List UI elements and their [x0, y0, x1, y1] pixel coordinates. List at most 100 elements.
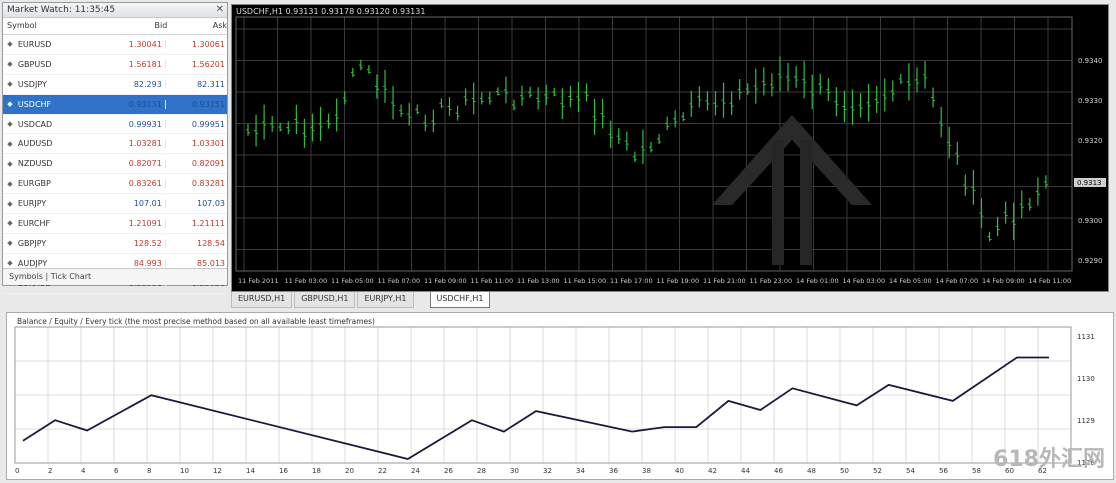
trade-axis-label: 14	[246, 467, 255, 475]
bid-cell: 82.293	[93, 79, 166, 89]
trade-axis-label: 8	[147, 467, 151, 475]
market-watch-row[interactable]: ◆ EURCHF 1.21091 1.21111	[3, 214, 227, 234]
diamond-icon: ◆	[7, 80, 13, 89]
diamond-icon: ◆	[7, 139, 13, 148]
ask-cell: 85.013	[197, 258, 225, 268]
market-watch-row[interactable]: ◆ USDJPY 82.293 82.311	[3, 75, 227, 95]
symbol-cell: GBPJPY	[17, 238, 47, 248]
balance-line	[22, 356, 1049, 460]
time-axis-label: 11 Feb 09:00	[424, 277, 467, 285]
price-axis-label: 0.9320	[1078, 137, 1103, 145]
trade-axis-label: 46	[774, 467, 783, 475]
market-watch-row[interactable]: ◆ EURJPY 107.01 107.03	[3, 194, 227, 215]
diamond-icon: ◆	[7, 159, 13, 168]
bid-cell: 1.30041	[93, 39, 166, 49]
ask-cell: 107.03	[197, 199, 225, 209]
balance-graph-panel: 1131 1130 1129 1128 0 2 4 6 8 10 12 14 16 18 20 22 24 26 2…	[6, 312, 1114, 480]
chart-plot-border	[235, 16, 1073, 272]
trade-axis-label: 36	[609, 467, 618, 475]
market-watch-footer-tabs[interactable]: Symbols | Tick Chart	[3, 268, 227, 285]
trade-axis-label: 58	[972, 467, 981, 475]
market-watch-title: Market Watch: 11:35:45	[3, 3, 227, 18]
symbol-cell: EURGBP	[17, 179, 51, 189]
chart-tab[interactable]: USDCHF,H1	[429, 292, 491, 308]
close-icon[interactable]: ✕	[216, 4, 224, 15]
market-watch-row[interactable]: ◆ GBPUSD 1.56181 1.56201	[3, 55, 227, 75]
price-axis-label: 0.9300	[1078, 217, 1103, 225]
price-axis-label: 0.9290	[1078, 257, 1103, 265]
chart-tab[interactable]: EURUSD,H1	[231, 292, 293, 308]
balance-graph-canvas: 11311130112911280 2 4 6 8 10 12 14 16 18 20 22 24 26 2…	[14, 326, 1095, 475]
bid-cell: 1.03281	[93, 139, 166, 149]
trade-axis-label: 44	[741, 467, 750, 475]
time-axis-label: 11 Feb 07:00	[378, 277, 421, 285]
balance-axis-label: 1131	[1077, 333, 1095, 341]
trade-axis-label: 6	[114, 467, 119, 475]
trade-axis-label: 28	[477, 467, 486, 475]
logo-watermark-icon	[712, 115, 872, 205]
price-chart-canvas[interactable]: 0.93400.93300.93200.93100.93000.92900.93…	[232, 5, 1108, 291]
diamond-icon: ◆	[7, 199, 13, 208]
bid-cell: 84.993	[93, 258, 166, 268]
ask-cell: 1.21111	[191, 218, 225, 228]
ask-cell: 0.83281	[191, 179, 225, 189]
trade-axis-label: 54	[906, 467, 915, 475]
trade-axis-label: 42	[708, 467, 717, 475]
ask-cell: 0.93151	[191, 99, 225, 109]
price-axis-label: 0.9330	[1078, 97, 1103, 105]
market-watch-row[interactable]: ◆ USDCAD 0.99931 0.99951	[3, 115, 227, 135]
time-axis-label: 14 Feb 07:00	[936, 277, 979, 285]
trade-axis-label: 18	[312, 467, 321, 475]
ask-cell: 1.03301	[191, 139, 225, 149]
diamond-icon: ◆	[7, 60, 13, 69]
column-header-symbol[interactable]: Symbol	[3, 18, 96, 34]
bid-cell: 1.56181	[93, 59, 166, 69]
symbol-cell: USDCHF	[17, 99, 52, 109]
time-axis-label: 14 Feb 03:00	[843, 277, 886, 285]
trade-axis-label: 48	[807, 467, 816, 475]
bid-cell: 0.83261	[93, 179, 166, 189]
trade-axis-label: 52	[873, 467, 882, 475]
trade-axis-label: 32	[543, 467, 552, 475]
trade-axis-label: 26	[444, 467, 453, 475]
market-watch-row[interactable]: ◆ EURGBP 0.83261 0.83281	[3, 174, 227, 195]
ask-cell: 1.56201	[191, 59, 225, 69]
market-watch-row[interactable]: ◆ AUDUSD 1.03281 1.03301	[3, 134, 227, 155]
market-watch-rows: ◆ EURUSD 1.30041 1.30061 ◆ GBPUSD 1.56181 1.562…	[3, 35, 227, 294]
trade-axis-label: 56	[939, 467, 948, 475]
chart-tab[interactable]: GBPUSD,H1	[294, 292, 356, 308]
trade-axis-label: 40	[675, 467, 684, 475]
market-watch-row[interactable]: ◆ USDCHF 0.93131 0.93151	[3, 94, 227, 115]
trade-axis-label: 12	[213, 467, 222, 475]
diamond-icon: ◆	[7, 40, 13, 49]
trade-axis-label: 0	[15, 467, 19, 475]
ask-cell: 0.82091	[191, 159, 225, 169]
time-axis-label: 11 Feb 11:00	[471, 277, 514, 285]
trade-axis-label: 22	[378, 467, 387, 475]
time-axis-label: 14 Feb 05:00	[889, 277, 932, 285]
trade-axis-label: 20	[345, 467, 354, 475]
symbol-cell: EURUSD	[17, 39, 52, 49]
time-axis-label: 14 Feb 11:00	[1029, 277, 1072, 285]
time-axis-label: 11 Feb 21:00	[703, 277, 746, 285]
symbol-cell: AUDJPY	[17, 258, 48, 268]
bid-cell: 0.82071	[93, 159, 166, 169]
logo-watermark-icon	[772, 140, 784, 265]
market-watch-row[interactable]: ◆ NZDUSD 0.82071 0.82091	[3, 154, 227, 175]
logo-watermark-icon	[800, 140, 812, 265]
bid-cell: 107.01	[93, 199, 166, 209]
market-watch-panel: Market Watch: 11:35:45 ✕ Symbol Bid Ask …	[2, 2, 228, 294]
column-header-ask[interactable]: Ask	[170, 18, 227, 34]
time-axis-label: 11 Feb 03:00	[285, 277, 328, 285]
market-watch-row[interactable]: ◆ GBPJPY 128.52 128.54	[3, 234, 227, 254]
bid-cell: 0.99931	[93, 119, 166, 129]
chart-tab[interactable]: EURJPY,H1	[357, 292, 414, 308]
price-axis-label: 0.9340	[1078, 57, 1103, 65]
column-header-bid[interactable]: Bid	[96, 18, 170, 34]
symbol-cell: NZDUSD	[17, 159, 53, 169]
market-watch-row[interactable]: ◆ EURUSD 1.30041 1.30061	[3, 35, 227, 55]
price-chart-window[interactable]: 0.93400.93300.93200.93100.93000.92900.93…	[231, 4, 1109, 292]
balance-axis-label: 1129	[1077, 417, 1095, 425]
ask-cell: 0.99951	[191, 119, 225, 129]
time-axis-label: 11 Feb 05:00	[331, 277, 374, 285]
